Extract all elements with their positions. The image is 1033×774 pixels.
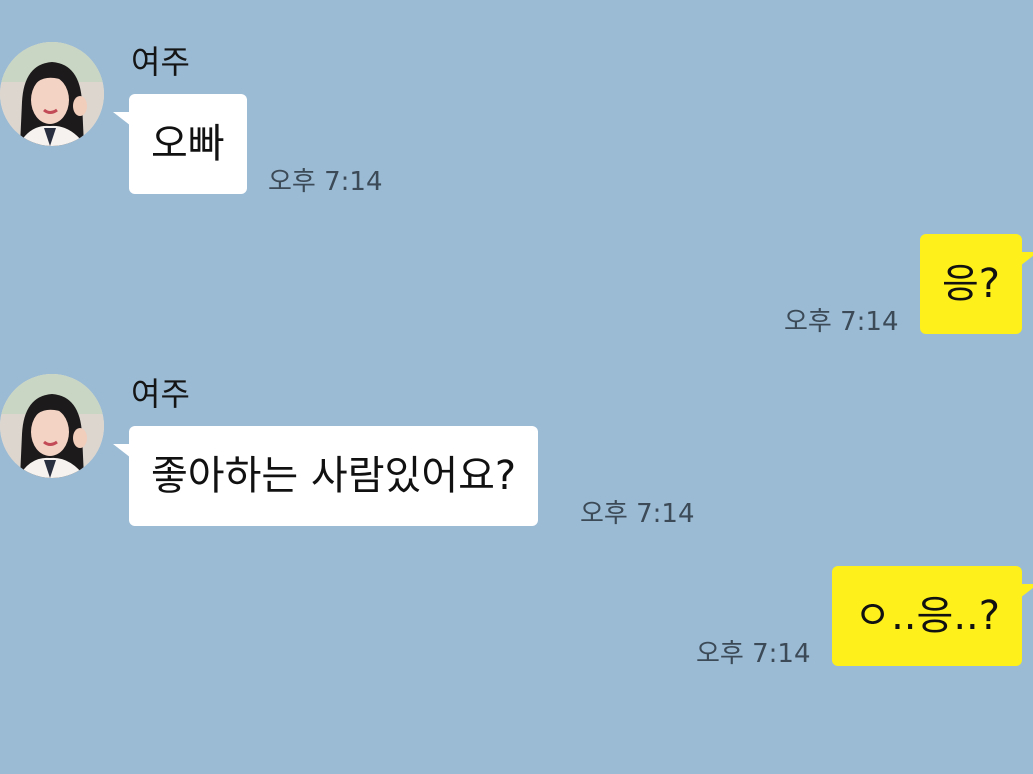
message-timestamp: 오후 7:14 — [784, 307, 899, 337]
sender-name: 여주 — [131, 375, 190, 413]
message-timestamp: 오후 7:14 — [580, 499, 695, 529]
chat-room[interactable]: 여주 오빠 오후 7:14 오후 7:14 응? 여주 좋아하는 사람있어요? … — [0, 0, 1033, 774]
message-timestamp: 오후 7:14 — [268, 167, 383, 197]
bubble-tail — [113, 112, 131, 126]
profile-photo-icon[interactable] — [0, 374, 104, 478]
sender-name: 여주 — [131, 43, 190, 81]
bubble-tail — [1020, 584, 1033, 598]
profile-photo-icon[interactable] — [0, 42, 104, 146]
message-text: 오빠 — [151, 121, 225, 167]
message-timestamp: 오후 7:14 — [696, 639, 811, 669]
bubble-tail — [113, 444, 131, 458]
message-text: 좋아하는 사람있어요? — [151, 453, 517, 499]
message-text: ㅇ..응..? — [854, 593, 1000, 639]
message-text: 응? — [941, 261, 1000, 307]
bubble-tail — [1020, 252, 1033, 266]
message-bubble-received[interactable]: 좋아하는 사람있어요? — [113, 426, 539, 526]
message-bubble-received[interactable]: 오빠 — [113, 94, 247, 194]
message-bubble-sent[interactable]: 응? — [919, 234, 1033, 334]
message-bubble-sent[interactable]: ㅇ..응..? — [832, 566, 1033, 666]
